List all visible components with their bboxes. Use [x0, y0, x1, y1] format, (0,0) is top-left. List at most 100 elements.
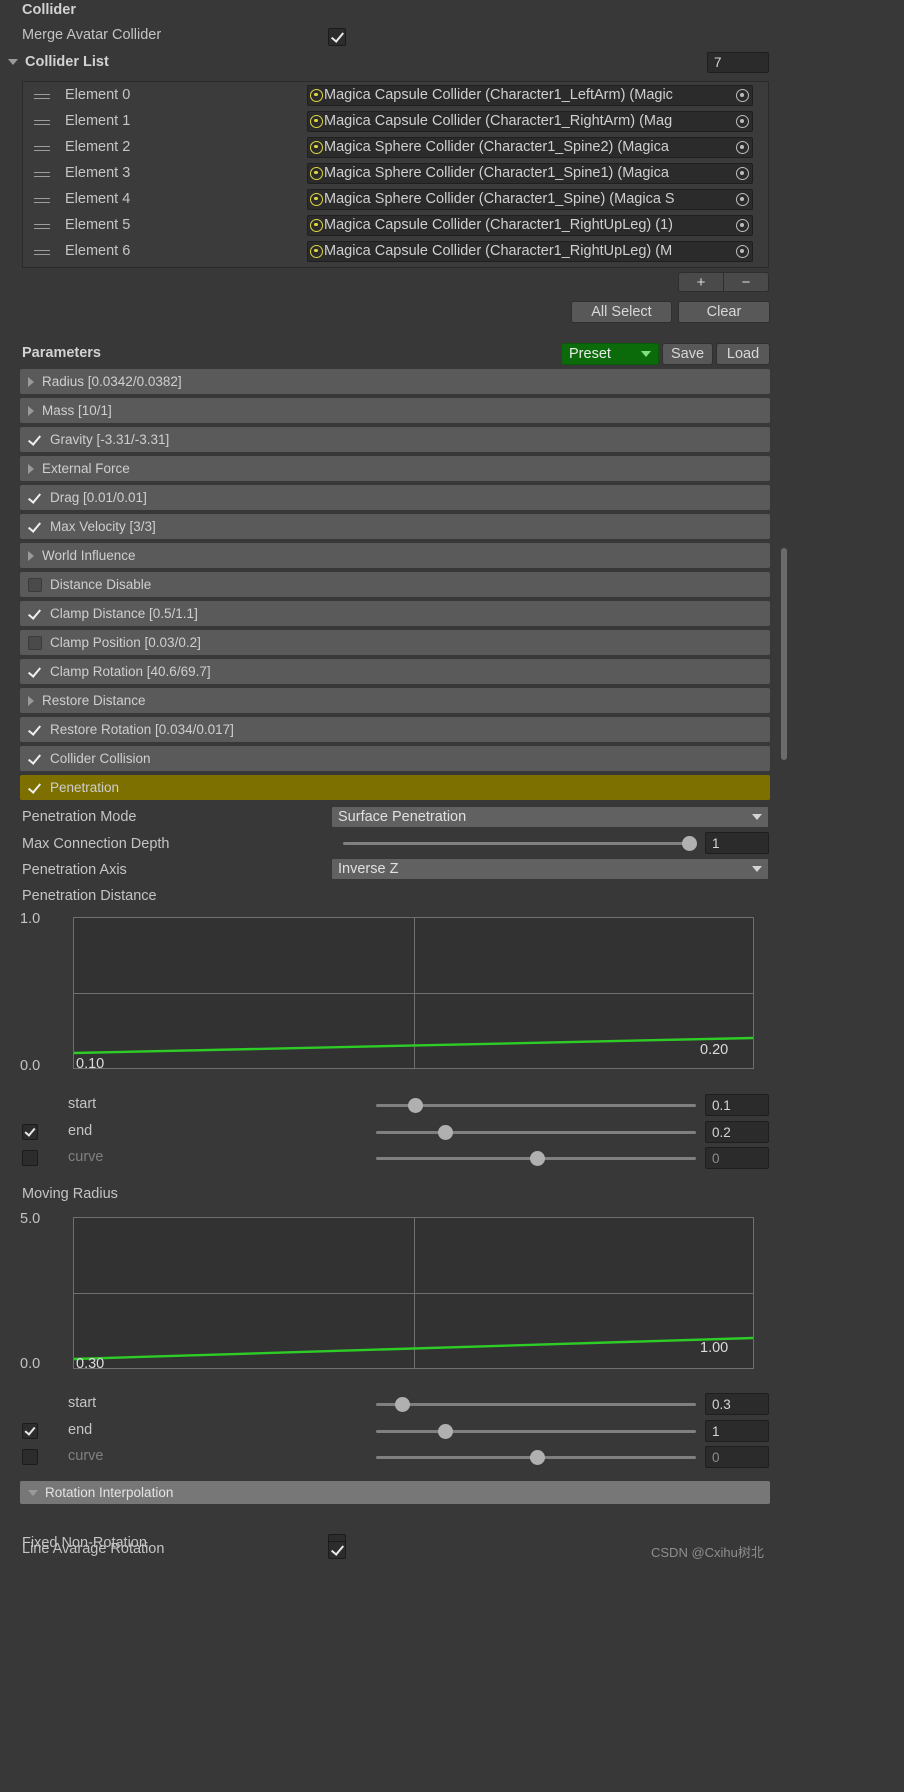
- moving-radius-graph[interactable]: [73, 1217, 754, 1369]
- list-item[interactable]: Element 3 Magica Sphere Collider (Charac…: [23, 160, 768, 186]
- mr-curve-checkbox[interactable]: [22, 1449, 38, 1465]
- preset-dropdown[interactable]: Preset: [561, 343, 659, 365]
- param-checkbox[interactable]: [28, 723, 42, 737]
- mr-end-row: end 1: [0, 1419, 790, 1445]
- object-picker-icon[interactable]: [736, 244, 749, 258]
- object-field[interactable]: Magica Capsule Collider (Character1_Left…: [307, 84, 753, 106]
- mr-start-slider[interactable]: [376, 1403, 696, 1406]
- pd-start-field[interactable]: 0.1: [705, 1094, 769, 1116]
- max-connection-depth-slider[interactable]: [343, 842, 693, 845]
- param-row-clamp-distance[interactable]: Clamp Distance [0.5/1.1]: [20, 601, 770, 626]
- element-label: Element 4: [65, 191, 131, 207]
- max-connection-depth-slider-knob[interactable]: [682, 836, 697, 851]
- drag-handle-icon[interactable]: [34, 172, 50, 177]
- mr-end-field[interactable]: 1: [705, 1420, 769, 1442]
- pd-start-slider-knob[interactable]: [408, 1098, 423, 1113]
- param-row-clamp-position[interactable]: Clamp Position [0.03/0.2]: [20, 630, 770, 655]
- all-select-button[interactable]: All Select: [571, 301, 672, 323]
- moving-radius-curve: [74, 1336, 753, 1361]
- param-checkbox[interactable]: [28, 520, 42, 534]
- param-checkbox[interactable]: [28, 665, 42, 679]
- chevron-right-icon: [28, 376, 34, 387]
- mr-curve-slider-knob[interactable]: [530, 1450, 545, 1465]
- drag-handle-icon[interactable]: [34, 224, 50, 229]
- object-field[interactable]: Magica Capsule Collider (Character1_Righ…: [307, 110, 753, 132]
- list-item[interactable]: Element 0 Magica Capsule Collider (Chara…: [23, 82, 768, 108]
- param-row-collider-collision[interactable]: Collider Collision: [20, 746, 770, 771]
- param-checkbox[interactable]: [28, 607, 42, 621]
- drag-handle-icon[interactable]: [34, 146, 50, 151]
- save-button[interactable]: Save: [662, 343, 713, 365]
- object-picker-icon[interactable]: [736, 218, 749, 232]
- param-row-external-force[interactable]: External Force: [20, 456, 770, 481]
- param-row-restore-rotation[interactable]: Restore Rotation [0.034/0.017]: [20, 717, 770, 742]
- param-row-radius[interactable]: Radius [0.0342/0.0382]: [20, 369, 770, 394]
- merge-avatar-collider-checkbox[interactable]: [328, 28, 346, 46]
- line-average-rotation-checkbox[interactable]: [328, 1541, 346, 1559]
- param-row-drag[interactable]: Drag [0.01/0.01]: [20, 485, 770, 510]
- object-picker-icon[interactable]: [736, 192, 749, 206]
- mr-start-field[interactable]: 0.3: [705, 1393, 769, 1415]
- load-button[interactable]: Load: [716, 343, 770, 365]
- param-checkbox[interactable]: [28, 491, 42, 505]
- remove-element-button[interactable]: −: [724, 273, 768, 291]
- collider-list-size-field[interactable]: 7: [707, 52, 769, 73]
- object-picker-icon[interactable]: [736, 114, 749, 128]
- param-row-restore-distance[interactable]: Restore Distance: [20, 688, 770, 713]
- object-field[interactable]: Magica Sphere Collider (Character1_Spine…: [307, 136, 753, 158]
- penetration-mode-dropdown[interactable]: Surface Penetration: [331, 806, 769, 828]
- penetration-axis-dropdown[interactable]: Inverse Z: [331, 858, 769, 880]
- pd-curve-checkbox[interactable]: [22, 1150, 38, 1166]
- penetration-distance-graph[interactable]: [73, 917, 754, 1069]
- list-item[interactable]: Element 5 Magica Capsule Collider (Chara…: [23, 212, 768, 238]
- vertical-scrollbar[interactable]: [781, 548, 787, 760]
- mr-start-slider-knob[interactable]: [395, 1397, 410, 1412]
- param-checkbox[interactable]: [28, 781, 42, 795]
- rotation-interpolation-section[interactable]: Rotation Interpolation: [20, 1481, 770, 1504]
- param-checkbox[interactable]: [28, 577, 42, 592]
- list-item[interactable]: Element 4 Magica Sphere Collider (Charac…: [23, 186, 768, 212]
- pd-end-field[interactable]: 0.2: [705, 1121, 769, 1143]
- mr-end-slider-knob[interactable]: [438, 1424, 453, 1439]
- object-picker-icon[interactable]: [736, 88, 749, 102]
- param-row-penetration[interactable]: Penetration: [20, 775, 770, 800]
- list-item[interactable]: Element 2 Magica Sphere Collider (Charac…: [23, 134, 768, 160]
- collider-list-foldout[interactable]: Collider List: [8, 54, 109, 70]
- param-checkbox[interactable]: [28, 752, 42, 766]
- param-checkbox[interactable]: [28, 433, 42, 447]
- mr-start-value-label: 0.30: [76, 1356, 105, 1372]
- drag-handle-icon[interactable]: [34, 94, 50, 99]
- object-field[interactable]: Magica Sphere Collider (Character1_Spine…: [307, 188, 753, 210]
- add-element-button[interactable]: +: [679, 273, 723, 291]
- drag-handle-icon[interactable]: [34, 250, 50, 255]
- pd-curve-field[interactable]: 0: [705, 1147, 769, 1169]
- object-picker-icon[interactable]: [736, 140, 749, 154]
- param-row-max-velocity[interactable]: Max Velocity [3/3]: [20, 514, 770, 539]
- mr-curve-field[interactable]: 0: [705, 1446, 769, 1468]
- list-item[interactable]: Element 6 Magica Capsule Collider (Chara…: [23, 238, 768, 264]
- list-item[interactable]: Element 1 Magica Capsule Collider (Chara…: [23, 108, 768, 134]
- inspector-panel: Collider Merge Avatar Collider Collider …: [0, 0, 790, 1792]
- param-row-clamp-rotation[interactable]: Clamp Rotation [40.6/69.7]: [20, 659, 770, 684]
- object-field[interactable]: Magica Sphere Collider (Character1_Spine…: [307, 162, 753, 184]
- object-field[interactable]: Magica Capsule Collider (Character1_Righ…: [307, 240, 753, 262]
- max-connection-depth-field[interactable]: 1: [705, 832, 769, 854]
- param-row-world-influence[interactable]: World Influence: [20, 543, 770, 568]
- param-row-distance-disable[interactable]: Distance Disable: [20, 572, 770, 597]
- param-checkbox[interactable]: [28, 635, 42, 650]
- param-row-mass[interactable]: Mass [10/1]: [20, 398, 770, 423]
- pd-start-slider[interactable]: [376, 1104, 696, 1107]
- param-row-gravity[interactable]: Gravity [-3.31/-3.31]: [20, 427, 770, 452]
- clear-button[interactable]: Clear: [678, 301, 770, 323]
- drag-handle-icon[interactable]: [34, 198, 50, 203]
- pd-curve-slider-knob[interactable]: [530, 1151, 545, 1166]
- object-field[interactable]: Magica Capsule Collider (Character1_Righ…: [307, 214, 753, 236]
- drag-handle-icon[interactable]: [34, 120, 50, 125]
- pd-end-slider[interactable]: [376, 1131, 696, 1134]
- pd-end-slider-knob[interactable]: [438, 1125, 453, 1140]
- object-picker-icon[interactable]: [736, 166, 749, 180]
- mr-end-slider[interactable]: [376, 1430, 696, 1433]
- element-label: Element 0: [65, 87, 131, 103]
- mr-end-checkbox[interactable]: [22, 1423, 38, 1439]
- pd-end-checkbox[interactable]: [22, 1124, 38, 1140]
